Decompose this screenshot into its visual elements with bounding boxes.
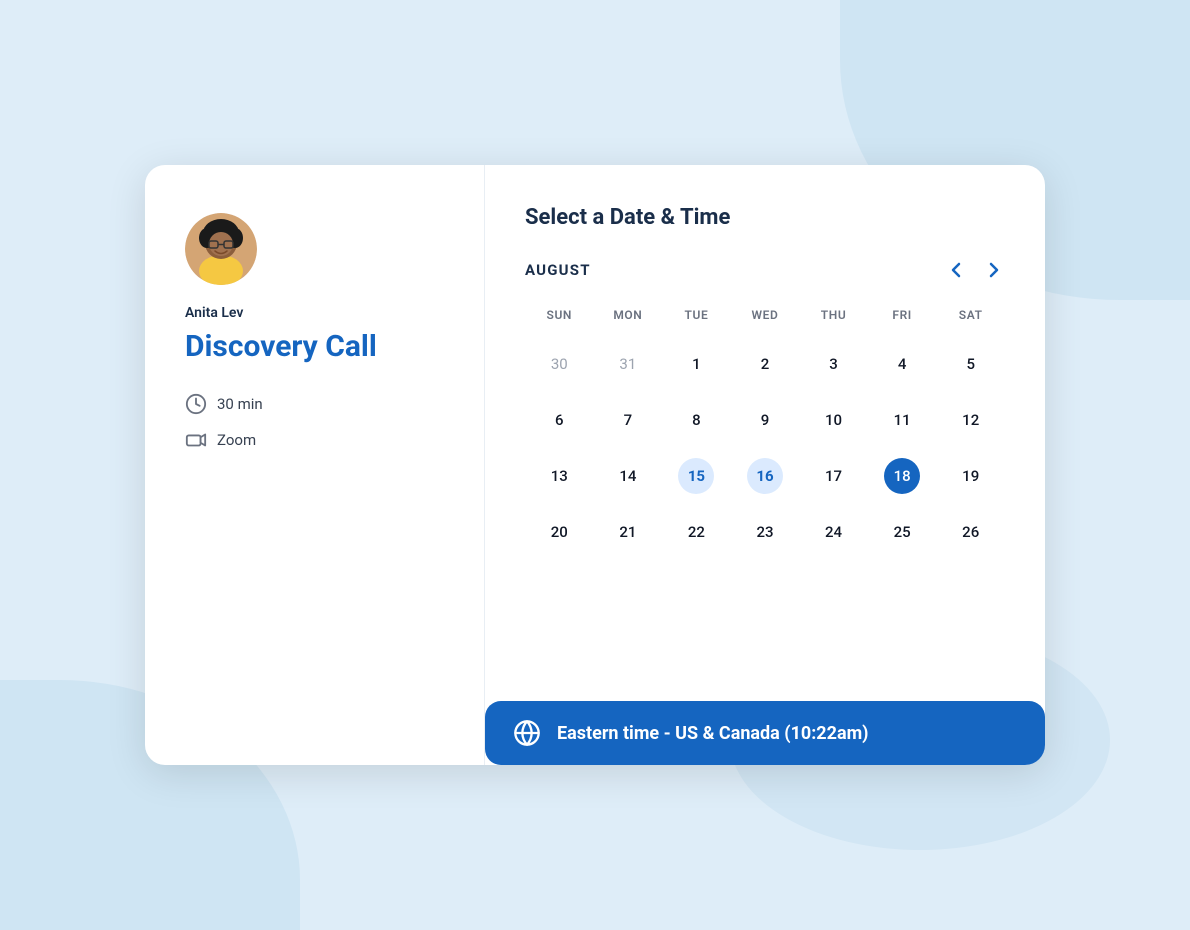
left-panel: Anita Lev Discovery Call 30 min Zoom	[145, 165, 485, 765]
day-header: TUE	[662, 302, 731, 336]
day-header: THU	[799, 302, 868, 336]
day-cell[interactable]: 4	[868, 336, 937, 392]
day-cell[interactable]: 12	[936, 392, 1005, 448]
prev-month-button[interactable]	[945, 258, 967, 282]
day-number: 2	[747, 346, 783, 382]
day-number: 5	[953, 346, 989, 382]
day-header: SAT	[936, 302, 1005, 336]
day-number: 22	[678, 514, 714, 550]
day-number: 9	[747, 402, 783, 438]
day-header: WED	[731, 302, 800, 336]
day-cell[interactable]: 18	[868, 448, 937, 504]
day-cell[interactable]: 26	[936, 504, 1005, 560]
calendar-header: AUGUST	[525, 258, 1005, 282]
day-number: 1	[678, 346, 714, 382]
day-cell[interactable]: 21	[594, 504, 663, 560]
day-cell[interactable]: 7	[594, 392, 663, 448]
day-number: 3	[816, 346, 852, 382]
nav-buttons	[945, 258, 1005, 282]
day-cell[interactable]: 22	[662, 504, 731, 560]
event-details: 30 min Zoom	[185, 393, 444, 451]
day-number: 15	[678, 458, 714, 494]
day-cell[interactable]: 19	[936, 448, 1005, 504]
day-number: 6	[541, 402, 577, 438]
day-number: 11	[884, 402, 920, 438]
day-number: 7	[610, 402, 646, 438]
day-cell[interactable]: 25	[868, 504, 937, 560]
day-cell[interactable]: 14	[594, 448, 663, 504]
calendar-grid: SUNMONTUEWEDTHUFRISAT3031123456789101112…	[525, 302, 1005, 560]
day-number: 17	[816, 458, 852, 494]
day-header: SUN	[525, 302, 594, 336]
day-cell: 30	[525, 336, 594, 392]
day-cell[interactable]: 23	[731, 504, 800, 560]
main-card: Anita Lev Discovery Call 30 min Zoom Sel…	[145, 165, 1045, 765]
day-cell[interactable]: 1	[662, 336, 731, 392]
day-number: 21	[610, 514, 646, 550]
day-cell[interactable]: 24	[799, 504, 868, 560]
select-date-title: Select a Date & Time	[525, 205, 1005, 230]
day-number: 20	[541, 514, 577, 550]
duration-text: 30 min	[217, 395, 263, 413]
duration-row: 30 min	[185, 393, 444, 415]
day-number: 10	[816, 402, 852, 438]
day-number: 12	[953, 402, 989, 438]
day-cell[interactable]: 10	[799, 392, 868, 448]
day-number: 14	[610, 458, 646, 494]
day-number: 19	[953, 458, 989, 494]
day-cell[interactable]: 8	[662, 392, 731, 448]
day-header: FRI	[868, 302, 937, 336]
day-cell[interactable]: 20	[525, 504, 594, 560]
host-name: Anita Lev	[185, 305, 444, 321]
day-number: 18	[884, 458, 920, 494]
day-number: 23	[747, 514, 783, 550]
right-panel: Select a Date & Time AUGUST SUNMONTUEWED…	[485, 165, 1045, 765]
video-icon	[185, 429, 207, 451]
day-cell[interactable]: 9	[731, 392, 800, 448]
day-number: 24	[816, 514, 852, 550]
day-cell[interactable]: 15	[662, 448, 731, 504]
day-cell[interactable]: 16	[731, 448, 800, 504]
day-cell[interactable]: 2	[731, 336, 800, 392]
day-number: 30	[541, 346, 577, 382]
next-month-button[interactable]	[983, 258, 1005, 282]
day-cell[interactable]: 3	[799, 336, 868, 392]
month-label: AUGUST	[525, 261, 591, 279]
day-number: 26	[953, 514, 989, 550]
meeting-type-row: Zoom	[185, 429, 444, 451]
day-cell[interactable]: 6	[525, 392, 594, 448]
meeting-type-text: Zoom	[217, 431, 256, 449]
day-number: 31	[610, 346, 646, 382]
day-cell: 31	[594, 336, 663, 392]
day-number: 16	[747, 458, 783, 494]
day-cell[interactable]: 5	[936, 336, 1005, 392]
event-title: Discovery Call	[185, 329, 444, 365]
clock-icon	[185, 393, 207, 415]
day-cell[interactable]: 13	[525, 448, 594, 504]
day-number: 8	[678, 402, 714, 438]
avatar	[185, 213, 257, 285]
day-cell[interactable]: 17	[799, 448, 868, 504]
globe-icon	[513, 719, 541, 747]
day-header: MON	[594, 302, 663, 336]
timezone-bar[interactable]: Eastern time - US & Canada (10:22am)	[485, 701, 1045, 765]
day-number: 25	[884, 514, 920, 550]
day-number: 13	[541, 458, 577, 494]
day-cell[interactable]: 11	[868, 392, 937, 448]
timezone-label: Eastern time - US & Canada (10:22am)	[557, 723, 869, 744]
day-number: 4	[884, 346, 920, 382]
